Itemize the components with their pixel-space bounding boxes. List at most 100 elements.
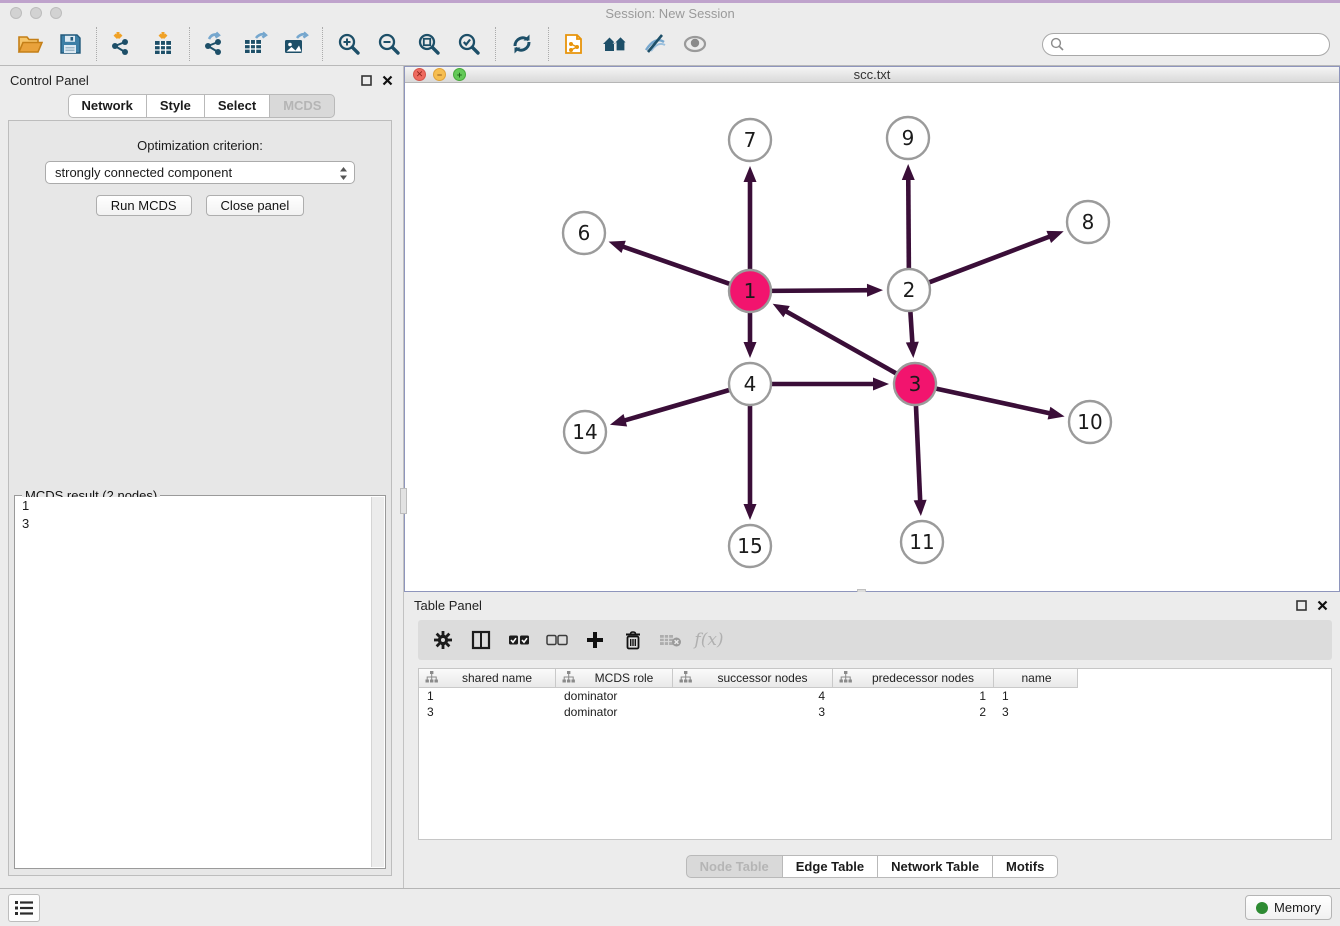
close-panel-button[interactable]: Close panel xyxy=(206,195,305,216)
graph-node-6[interactable]: 6 xyxy=(563,212,605,254)
hide-panels-icon[interactable] xyxy=(635,26,675,62)
mcds-result-box: MCDS result (2 nodes) 13 xyxy=(14,495,386,869)
graph-edge-3-1[interactable] xyxy=(781,308,897,373)
graph-edge-1-2[interactable] xyxy=(771,290,873,291)
graph-node-4[interactable]: 4 xyxy=(729,363,771,405)
column-header-MCDS-role[interactable]: MCDS role xyxy=(556,669,673,688)
delete-icon[interactable] xyxy=(616,624,650,656)
table-cell[interactable]: 3 xyxy=(673,704,833,720)
column-header-successor-nodes[interactable]: successor nodes xyxy=(673,669,833,688)
tab-motifs[interactable]: Motifs xyxy=(993,855,1058,878)
zoom-selected-icon[interactable] xyxy=(449,26,489,62)
tab-network[interactable]: Network xyxy=(68,94,147,118)
zoom-out-icon[interactable] xyxy=(369,26,409,62)
network-canvas[interactable]: 7 9 6 8 1 2 4 3 14 10 15 11 xyxy=(405,83,1339,591)
graph-edge-3-11[interactable] xyxy=(916,405,920,506)
column-label: predecessor nodes xyxy=(857,671,989,685)
show-eye-icon[interactable] xyxy=(675,26,715,62)
table-cell[interactable]: 1 xyxy=(833,688,994,704)
float-table-panel-icon[interactable] xyxy=(1296,600,1307,611)
table-cell[interactable]: 4 xyxy=(673,688,833,704)
graph-node-3[interactable]: 3 xyxy=(894,363,936,405)
zoom-in-icon[interactable] xyxy=(329,26,369,62)
graph-node-14[interactable]: 14 xyxy=(564,411,606,453)
search-input[interactable] xyxy=(1042,33,1330,56)
network-graph[interactable]: 7 9 6 8 1 2 4 3 14 10 15 11 xyxy=(405,83,1339,586)
run-mcds-button[interactable]: Run MCDS xyxy=(96,195,192,216)
open-folder-icon[interactable] xyxy=(10,26,50,62)
graph-edge-3-10[interactable] xyxy=(936,388,1056,414)
import-network-icon[interactable] xyxy=(103,26,143,62)
export-table-icon[interactable] xyxy=(236,26,276,62)
memory-label: Memory xyxy=(1274,900,1321,915)
home-icon[interactable] xyxy=(595,26,635,62)
mcds-result-list[interactable]: 13 xyxy=(16,497,371,867)
toolbar-separator xyxy=(322,27,323,61)
column-icon[interactable] xyxy=(464,624,498,656)
graph-node-11[interactable]: 11 xyxy=(901,521,943,563)
table-cell[interactable]: 3 xyxy=(994,704,1078,720)
view-minimize-icon[interactable]: − xyxy=(433,68,446,81)
graph-node-15[interactable]: 15 xyxy=(729,525,771,567)
table-cell[interactable]: 1 xyxy=(994,688,1078,704)
column-header-predecessor-nodes[interactable]: predecessor nodes xyxy=(833,669,994,688)
apply-layout-icon[interactable] xyxy=(502,26,542,62)
table-panel-header: Table Panel xyxy=(404,592,1340,618)
table-row[interactable]: 1dominator411 xyxy=(419,688,1331,704)
search-icon xyxy=(1050,37,1065,57)
graph-node-1[interactable]: 1 xyxy=(729,270,771,312)
new-network-file-icon[interactable] xyxy=(555,26,595,62)
tab-mcds[interactable]: MCDS xyxy=(270,94,335,118)
graph-edge-2-9[interactable] xyxy=(908,174,909,269)
graph-node-10[interactable]: 10 xyxy=(1069,401,1111,443)
column-header-name[interactable]: name xyxy=(994,669,1078,688)
memory-button[interactable]: Memory xyxy=(1245,895,1332,920)
float-panel-icon[interactable] xyxy=(361,75,372,86)
save-icon[interactable] xyxy=(50,26,90,62)
table-cell[interactable]: 3 xyxy=(419,704,556,720)
tab-node-table[interactable]: Node Table xyxy=(686,855,783,878)
tab-edge-table[interactable]: Edge Table xyxy=(783,855,878,878)
graph-edge-4-14[interactable] xyxy=(619,390,730,422)
graph-node-2[interactable]: 2 xyxy=(888,269,930,311)
table-cell[interactable]: dominator xyxy=(556,704,673,720)
view-close-icon[interactable]: ✕ xyxy=(413,68,426,81)
export-network-icon[interactable] xyxy=(196,26,236,62)
graph-node-9[interactable]: 9 xyxy=(887,117,929,159)
select-all-icon[interactable] xyxy=(502,624,536,656)
graph-node-7[interactable]: 7 xyxy=(729,119,771,161)
close-panel-icon[interactable] xyxy=(382,75,393,86)
table-row[interactable]: 3dominator323 xyxy=(419,704,1331,720)
task-history-button[interactable] xyxy=(8,894,40,922)
export-image-icon[interactable] xyxy=(276,26,316,62)
panel-divider-handle[interactable] xyxy=(400,488,407,514)
graph-arrow-4-15 xyxy=(744,504,757,520)
tab-select[interactable]: Select xyxy=(205,94,270,118)
import-table-icon[interactable] xyxy=(143,26,183,62)
zoom-fit-icon[interactable] xyxy=(409,26,449,62)
table-tabs: Node TableEdge TableNetwork TableMotifs xyxy=(404,855,1340,878)
optimization-criterion-select[interactable]: strongly connected component xyxy=(45,161,355,184)
column-header-shared-name[interactable]: shared name xyxy=(419,669,556,688)
main-area: Control Panel NetworkStyleSelectMCDS Opt… xyxy=(0,66,1340,888)
add-icon[interactable] xyxy=(578,624,612,656)
result-scrollbar[interactable] xyxy=(371,497,384,867)
tab-network-table[interactable]: Network Table xyxy=(878,855,993,878)
view-maximize-icon[interactable]: + xyxy=(453,68,466,81)
table-cell[interactable]: 2 xyxy=(833,704,994,720)
graph-arrow-2-8 xyxy=(1046,231,1063,243)
svg-text:6: 6 xyxy=(578,221,591,245)
graph-arrow-2-9 xyxy=(902,164,915,180)
tab-style[interactable]: Style xyxy=(147,94,205,118)
deselect-all-icon[interactable] xyxy=(540,624,574,656)
gear-icon[interactable] xyxy=(426,624,460,656)
graph-edge-1-6[interactable] xyxy=(618,245,731,284)
result-line: 3 xyxy=(16,515,371,533)
close-table-panel-icon[interactable] xyxy=(1317,600,1328,611)
graph-edge-2-8[interactable] xyxy=(929,235,1055,283)
table-cell[interactable]: 1 xyxy=(419,688,556,704)
table-cell[interactable]: dominator xyxy=(556,688,673,704)
network-view-titlebar[interactable]: scc.txt ✕ − + xyxy=(405,67,1339,83)
graph-arrow-4-14 xyxy=(610,414,627,426)
graph-node-8[interactable]: 8 xyxy=(1067,201,1109,243)
